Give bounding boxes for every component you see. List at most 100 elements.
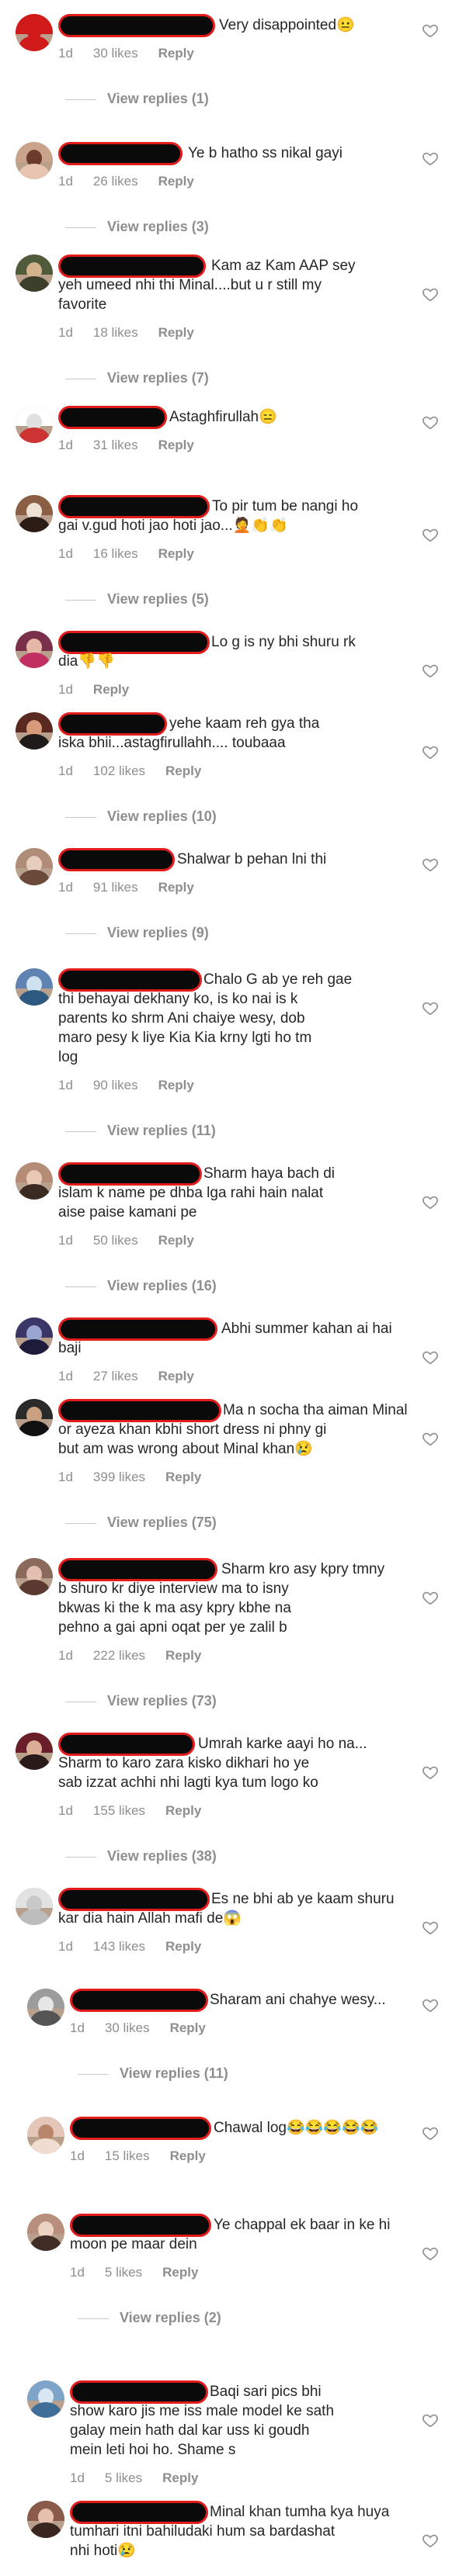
reply-button[interactable]: Reply <box>170 2148 206 2163</box>
reply-button[interactable]: Reply <box>165 763 201 778</box>
like-heart-icon[interactable] <box>422 286 439 303</box>
reply-button[interactable]: Reply <box>165 1803 201 1818</box>
comment-likes[interactable]: 222 likes <box>93 1648 145 1663</box>
avatar[interactable] <box>27 1989 64 2026</box>
view-replies-button[interactable]: View replies (5) <box>65 591 209 608</box>
redacted-username[interactable] <box>58 631 210 654</box>
redacted-username[interactable] <box>58 495 210 518</box>
view-replies-button[interactable]: View replies (2) <box>78 2310 221 2326</box>
like-heart-icon[interactable] <box>422 1919 439 1936</box>
avatar[interactable] <box>16 406 53 443</box>
like-heart-icon[interactable] <box>422 1764 439 1781</box>
reply-button[interactable]: Reply <box>162 2470 198 2485</box>
redacted-username[interactable] <box>58 1888 210 1911</box>
redacted-username[interactable] <box>58 1162 202 1186</box>
avatar[interactable] <box>16 1399 53 1436</box>
redacted-username[interactable] <box>58 142 183 165</box>
avatar[interactable] <box>27 2117 64 2154</box>
comment-likes[interactable]: 5 likes <box>105 2470 142 2485</box>
reply-button[interactable]: Reply <box>93 682 129 697</box>
reply-button[interactable]: Reply <box>165 1470 201 1484</box>
redacted-username[interactable] <box>58 712 167 736</box>
like-heart-icon[interactable] <box>422 1589 439 1606</box>
avatar[interactable] <box>16 848 53 885</box>
like-heart-icon[interactable] <box>422 743 439 760</box>
comment-likes[interactable]: 16 likes <box>93 546 138 561</box>
reply-button[interactable]: Reply <box>158 880 194 895</box>
view-replies-button[interactable]: View replies (16) <box>65 1278 217 1294</box>
avatar[interactable] <box>16 1162 53 1200</box>
avatar[interactable] <box>27 2501 64 2538</box>
reply-button[interactable]: Reply <box>158 46 194 61</box>
avatar[interactable] <box>27 2214 64 2251</box>
reply-button[interactable]: Reply <box>158 174 194 189</box>
like-heart-icon[interactable] <box>422 414 439 431</box>
avatar[interactable] <box>16 712 53 750</box>
redacted-username[interactable] <box>58 1558 217 1581</box>
comment-likes[interactable]: 50 likes <box>93 1233 138 1248</box>
reply-button[interactable]: Reply <box>158 1233 194 1248</box>
redacted-username[interactable] <box>58 968 202 992</box>
view-replies-button[interactable]: View replies (73) <box>65 1693 217 1709</box>
view-replies-button[interactable]: View replies (1) <box>65 91 209 107</box>
like-heart-icon[interactable] <box>422 2124 439 2141</box>
comment-likes[interactable]: 102 likes <box>93 763 145 778</box>
reply-button[interactable]: Reply <box>162 2265 198 2280</box>
comment-likes[interactable]: 399 likes <box>93 1470 145 1484</box>
view-replies-button[interactable]: View replies (38) <box>65 1848 217 1864</box>
view-replies-button[interactable]: View replies (11) <box>78 2065 228 2082</box>
reply-button[interactable]: Reply <box>158 1078 194 1092</box>
view-replies-button[interactable]: View replies (9) <box>65 925 209 941</box>
comment-likes[interactable]: 18 likes <box>93 325 138 340</box>
avatar[interactable] <box>16 495 53 532</box>
comment-likes[interactable]: 155 likes <box>93 1803 145 1818</box>
avatar[interactable] <box>27 2380 64 2418</box>
like-heart-icon[interactable] <box>422 856 439 873</box>
like-heart-icon[interactable] <box>422 2412 439 2429</box>
redacted-username[interactable] <box>70 2214 211 2237</box>
reply-button[interactable]: Reply <box>165 1939 201 1954</box>
avatar[interactable] <box>16 1317 53 1355</box>
avatar[interactable] <box>16 254 53 292</box>
comment-likes[interactable]: 143 likes <box>93 1939 145 1954</box>
redacted-username[interactable] <box>58 1317 217 1341</box>
comment-likes[interactable]: 30 likes <box>93 46 138 61</box>
like-heart-icon[interactable] <box>422 1193 439 1210</box>
reply-button[interactable]: Reply <box>158 438 194 452</box>
avatar[interactable] <box>16 1888 53 1925</box>
redacted-username[interactable] <box>70 2501 208 2524</box>
avatar[interactable] <box>16 14 53 51</box>
view-replies-button[interactable]: View replies (75) <box>65 1515 217 1531</box>
redacted-username[interactable] <box>58 406 167 429</box>
like-heart-icon[interactable] <box>422 526 439 543</box>
avatar[interactable] <box>16 968 53 1006</box>
avatar[interactable] <box>16 142 53 179</box>
reply-button[interactable]: Reply <box>165 1648 201 1663</box>
view-replies-button[interactable]: View replies (10) <box>65 808 217 825</box>
avatar[interactable] <box>16 1558 53 1595</box>
reply-button[interactable]: Reply <box>158 1369 194 1383</box>
comment-likes[interactable]: 15 likes <box>105 2148 150 2163</box>
like-heart-icon[interactable] <box>422 1430 439 1447</box>
like-heart-icon[interactable] <box>422 2532 439 2549</box>
comment-likes[interactable]: 31 likes <box>93 438 138 452</box>
redacted-username[interactable] <box>58 254 206 278</box>
redacted-username[interactable] <box>58 1399 221 1422</box>
reply-button[interactable]: Reply <box>158 325 194 340</box>
redacted-username[interactable] <box>58 848 175 871</box>
like-heart-icon[interactable] <box>422 150 439 167</box>
comment-likes[interactable]: 90 likes <box>93 1078 138 1092</box>
like-heart-icon[interactable] <box>422 999 439 1016</box>
view-replies-button[interactable]: View replies (7) <box>65 370 209 386</box>
view-replies-button[interactable]: View replies (11) <box>65 1123 216 1139</box>
redacted-username[interactable] <box>70 1989 208 2012</box>
comment-likes[interactable]: 5 likes <box>105 2265 142 2280</box>
comment-likes[interactable]: 27 likes <box>93 1369 138 1383</box>
like-heart-icon[interactable] <box>422 1349 439 1366</box>
reply-button[interactable]: Reply <box>170 2020 206 2035</box>
redacted-username[interactable] <box>58 1733 195 1756</box>
redacted-username[interactable] <box>58 14 215 37</box>
reply-button[interactable]: Reply <box>158 546 194 561</box>
comment-likes[interactable]: 30 likes <box>105 2020 150 2035</box>
redacted-username[interactable] <box>70 2117 211 2140</box>
